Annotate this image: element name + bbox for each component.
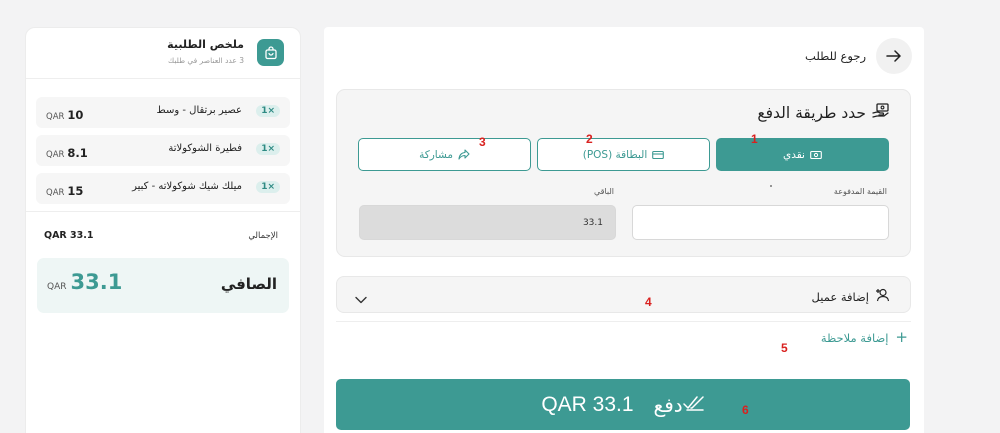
add-note-label: إضافة ملاحظة [820, 330, 889, 345]
double-check-icon [682, 395, 705, 415]
method-label: نقدي [783, 148, 805, 161]
remaining-amount-field: 33.1 [359, 205, 616, 240]
item-price-value: 10 [67, 108, 84, 122]
total-label: الإجمالي [248, 231, 278, 241]
payment-method-card: حدد طريقة الدفع نقدي 1 البطاقة (POS) 2 م… [336, 89, 911, 257]
order-item: 1× فطيرة الشوكولاتة QAR 8.1 [36, 135, 290, 166]
item-currency: QAR [46, 188, 65, 198]
pay-button[interactable]: دفع QAR 33.1 [336, 379, 910, 430]
item-name: عصير برتقال - وسط [156, 105, 242, 116]
item-quantity-badge: 1× [256, 143, 280, 155]
divider [336, 321, 911, 322]
item-price-value: 15 [67, 184, 84, 198]
payment-method-cash[interactable]: نقدي 1 [716, 132, 889, 171]
annotation-badge: 1 [751, 132, 758, 146]
order-item: 1× ميلك شيك شوكولاته - كبير QAR 15 [36, 173, 290, 204]
item-price: QAR 10 [46, 104, 83, 123]
total-row: الإجمالي QAR 33.1 [26, 212, 300, 258]
method-label: مشاركة [419, 148, 453, 161]
add-note-button[interactable]: + إضافة ملاحظة [821, 330, 908, 345]
net-currency: QAR [47, 282, 67, 292]
payment-methods: نقدي 1 البطاقة (POS) 2 مشاركة 3 [352, 132, 889, 171]
paid-amount-input[interactable] [632, 205, 889, 240]
item-price-value: 8.1 [67, 146, 88, 160]
back-to-order-button[interactable]: رجوع للطلب [805, 38, 912, 74]
payment-title-row: حدد طريقة الدفع [757, 103, 890, 123]
item-quantity-badge: 1× [256, 181, 280, 193]
net-amount: 33.1 [70, 270, 123, 294]
annotation-badge: 4 [645, 295, 652, 309]
summary-title: ملخص الطلبية [167, 38, 244, 51]
payment-method-card-pos[interactable]: البطاقة (POS) 2 [537, 132, 710, 171]
pay-label: دفع [653, 392, 683, 417]
annotation-badge: 5 [781, 341, 788, 355]
card-icon [652, 150, 665, 160]
summary-subtitle: 3 عدد العناصر في طلبك [168, 56, 244, 65]
annotation-badge: 6 [742, 403, 749, 417]
share-icon [458, 149, 470, 160]
paid-amount-label: القيمة المدفوعة [833, 187, 887, 196]
order-items-list: 1× عصير برتقال - وسط QAR 10 1× فطيرة الشو… [26, 79, 300, 204]
order-item: 1× عصير برتقال - وسط QAR 10 [36, 97, 290, 128]
item-quantity-badge: 1× [256, 105, 280, 117]
back-label: رجوع للطلب [805, 49, 866, 63]
add-user-icon [875, 287, 890, 306]
payment-method-share[interactable]: مشاركة 3 [358, 135, 531, 171]
arrow-right-icon[interactable] [876, 38, 912, 74]
net-label: الصافي [220, 275, 277, 293]
method-label: البطاقة (POS) [582, 148, 648, 161]
net-total-box: الصافي QAR 33.1 [37, 258, 289, 313]
add-customer-section[interactable]: إضافة عميل 4 [336, 276, 911, 313]
cash-icon [810, 150, 822, 160]
payment-hand-icon [872, 103, 890, 123]
annotation-badge: 2 [586, 132, 593, 146]
summary-header: ملخص الطلبية 3 عدد العناصر في طلبك [26, 28, 300, 79]
dot-marker [770, 185, 772, 187]
item-currency: QAR [46, 150, 65, 160]
net-value: QAR 33.1 [47, 270, 122, 294]
remaining-label: الباقي [593, 187, 614, 196]
payment-title: حدد طريقة الدفع [757, 104, 866, 122]
payment-panel: رجوع للطلب حدد طريقة الدفع نقدي 1 البطاق… [324, 27, 924, 433]
pay-amount: QAR 33.1 [541, 392, 634, 416]
total-value: QAR 33.1 [44, 230, 94, 241]
annotation-badge: 3 [479, 135, 486, 149]
shopping-bag-icon [257, 39, 284, 66]
item-name: فطيرة الشوكولاتة [168, 143, 242, 154]
item-name: ميلك شيك شوكولاته - كبير [132, 181, 242, 192]
item-price: QAR 15 [46, 180, 83, 199]
item-price: QAR 8.1 [46, 142, 88, 161]
add-customer-row: إضافة عميل [812, 287, 890, 306]
add-customer-label: إضافة عميل [811, 289, 869, 304]
order-summary-panel: ملخص الطلبية 3 عدد العناصر في طلبك 1× عص… [25, 27, 301, 433]
item-currency: QAR [46, 112, 65, 122]
chevron-down-icon[interactable] [355, 289, 367, 308]
plus-icon: + [895, 328, 908, 346]
